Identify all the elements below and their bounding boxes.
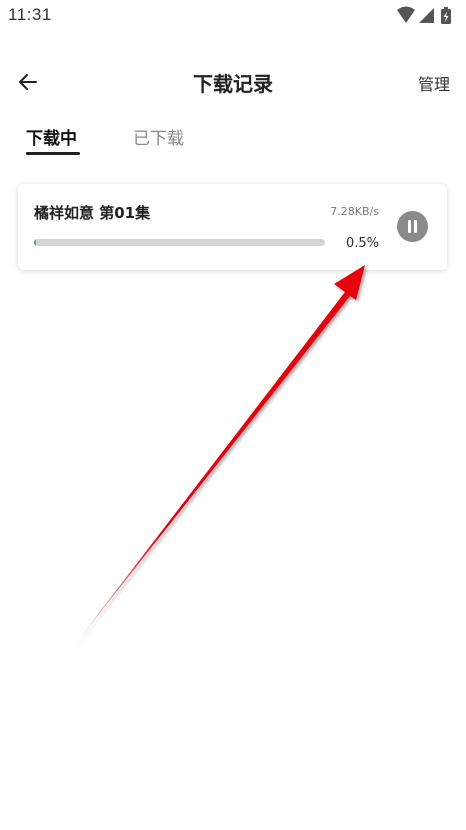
status-bar: 11:31 — [0, 0, 466, 32]
download-item-title: 橘祥如意 第01集 — [34, 204, 151, 222]
tab-downloaded[interactable]: 已下载 — [133, 124, 184, 149]
cell-signal-icon — [419, 8, 434, 23]
pause-icon — [408, 220, 417, 233]
download-progress-bar — [34, 239, 325, 246]
battery-icon — [441, 7, 451, 24]
download-progress-fill — [34, 239, 37, 246]
wifi-icon — [397, 6, 415, 23]
app-header: 下载记录 管理 — [0, 56, 466, 108]
download-records-screen: 11:31 下载记录 管理 下载中 已下载 橘祥如意 第01集 7.28KB/s… — [0, 0, 466, 830]
page-title: 下载记录 — [193, 74, 273, 96]
tab-bar: 下载中 已下载 — [0, 120, 466, 160]
active-tab-indicator — [26, 152, 80, 155]
status-time: 11:31 — [8, 5, 52, 24]
download-item-card[interactable]: 橘祥如意 第01集 7.28KB/s 0.5% — [18, 184, 447, 270]
manage-button[interactable]: 管理 — [418, 71, 450, 95]
download-percent: 0.5% — [345, 236, 379, 251]
download-speed: 7.28KB/s — [330, 205, 379, 218]
status-icons — [396, 6, 458, 26]
pause-button[interactable] — [397, 211, 428, 242]
tab-downloading[interactable]: 下载中 — [26, 124, 77, 149]
